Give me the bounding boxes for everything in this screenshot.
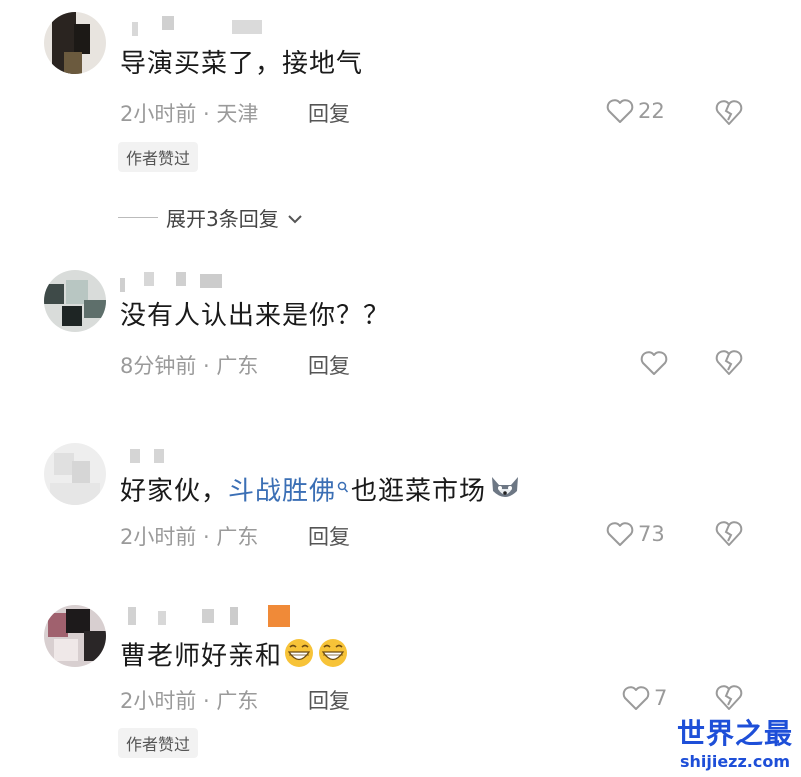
watermark-url: shijiezz.com [679,752,791,771]
meta-separator: · [196,525,217,549]
comment-time: 2小时前 [120,525,197,549]
author-liked-badge: 作者赞过 [118,728,199,758]
meta-separator: · [196,689,217,713]
like-button[interactable]: 22 [606,98,665,124]
like-count: 22 [638,99,665,123]
comment-text: 导演买菜了，接地气 [120,49,364,79]
comment-time: 2小时前 [120,102,197,126]
search-icon[interactable] [337,471,349,503]
comment-time: 2小时前 [120,689,197,713]
comment-location: 广东 [216,354,259,378]
like-button[interactable]: 73 [606,521,665,547]
username[interactable] [130,445,180,465]
search-link[interactable]: 斗战胜佛 [228,477,336,507]
watermark: 世界之最 shijiezz.com [677,712,793,771]
comment-text: 曹老师好亲和 [120,637,350,677]
grinning-emoji-icon [282,637,316,677]
avatar[interactable] [44,605,106,667]
comment-text: 没有人认出来是你？？ [120,301,391,331]
comment-text-start: 好家伙， [120,476,229,507]
meta-separator: · [196,102,217,126]
comment-location: 广东 [216,525,259,549]
username[interactable] [120,268,230,292]
expand-replies-button[interactable]: 展开3条回复 [118,203,303,232]
expand-replies-label: 展开3条回复 [166,207,279,231]
comment-text-body: 曹老师好亲和 [120,641,283,672]
comment-location: 广东 [216,689,259,713]
avatar[interactable] [44,12,106,74]
reply-button[interactable]: 回复 [308,98,350,128]
comment-meta: 2小时前 · 广东 [120,521,258,551]
heart-outline-icon [640,350,668,376]
broken-heart-icon [714,519,744,547]
dislike-button[interactable] [714,348,744,376]
reply-button[interactable]: 回复 [308,685,350,715]
comment-text-end: 也逛菜市场 [351,476,487,507]
heart-outline-icon [606,521,634,547]
divider [118,217,158,218]
comment-meta: 2小时前 · 广东 [120,685,258,715]
comment-location: 天津 [216,102,259,126]
dislike-button[interactable] [714,98,744,126]
comment-text: 好家伙，斗战胜佛 也逛菜市场 [120,473,522,511]
broken-heart-icon [714,98,744,126]
reply-button[interactable]: 回复 [308,350,350,380]
avatar[interactable] [44,270,106,332]
heart-outline-icon [606,98,634,124]
comment-meta: 2小时前 · 天津 [120,98,258,128]
like-count: 73 [638,522,665,546]
comment-meta: 8分钟前 · 广东 [120,350,258,380]
username[interactable] [128,605,298,627]
author-liked-badge: 作者赞过 [118,142,199,172]
meta-separator: · [196,354,217,378]
username[interactable] [132,14,272,36]
like-button[interactable] [640,350,672,376]
wolf-emoji-icon [488,473,522,511]
avatar[interactable] [44,443,106,505]
like-count: 7 [654,686,668,710]
comment-time: 8分钟前 [120,354,197,378]
broken-heart-icon [714,348,744,376]
dislike-button[interactable] [714,683,744,711]
reply-button[interactable]: 回复 [308,521,350,551]
watermark-title: 世界之最 [676,717,793,750]
like-button[interactable]: 7 [622,685,667,711]
dislike-button[interactable] [714,519,744,547]
chevron-down-icon [287,206,303,230]
heart-outline-icon [622,685,650,711]
grinning-emoji-icon [316,637,350,677]
broken-heart-icon [714,683,744,711]
